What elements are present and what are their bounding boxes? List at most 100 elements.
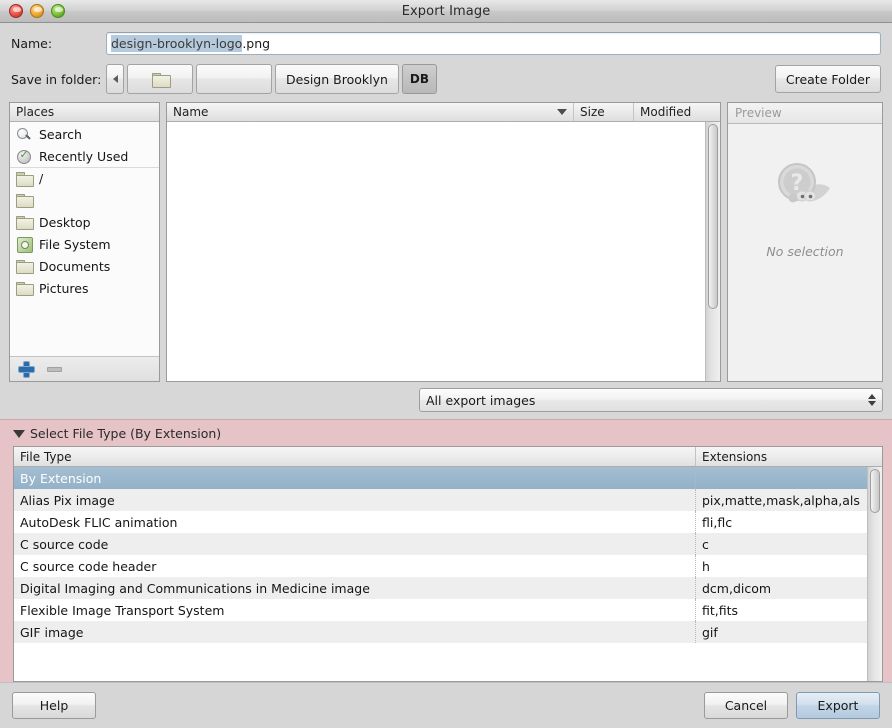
- column-header-size[interactable]: Size: [574, 103, 634, 121]
- file-filter-value: All export images: [426, 392, 536, 408]
- filename-extension-text: .png: [242, 36, 271, 51]
- cell-file-type: By Extension: [14, 467, 696, 489]
- breadcrumb-blank-button[interactable]: [196, 64, 272, 94]
- folder-icon: [151, 72, 171, 88]
- folder-icon: [16, 259, 34, 274]
- cell-file-type: Flexible Image Transport System: [14, 599, 696, 621]
- table-row[interactable]: C source code c: [14, 533, 882, 555]
- window-title: Export Image: [401, 3, 491, 19]
- cell-extensions: fli,flc: [702, 514, 733, 530]
- cell-file-type: AutoDesk FLIC animation: [14, 511, 696, 533]
- table-row[interactable]: C source code header h: [14, 555, 882, 577]
- filename-selected-text: design-brooklyn-logo: [111, 35, 243, 52]
- triangle-down-icon: [13, 429, 25, 438]
- breadcrumb-scroll-left-button[interactable]: [106, 64, 124, 94]
- place-item-pictures[interactable]: Pictures: [10, 277, 159, 299]
- folder-icon: [16, 281, 34, 296]
- cell-extensions: pix,matte,mask,alpha,als: [702, 492, 860, 508]
- place-item-desktop[interactable]: Desktop: [10, 211, 159, 233]
- file-filter-row: All export images: [0, 382, 892, 419]
- cell-file-type: Alias Pix image: [14, 489, 696, 511]
- table-row[interactable]: AutoDesk FLIC animation fli,flc: [14, 511, 882, 533]
- export-button[interactable]: Export: [796, 692, 880, 719]
- spinner-icon: [868, 394, 876, 406]
- place-label: Search: [39, 126, 82, 142]
- places-header: Places: [10, 103, 159, 122]
- place-label: /: [39, 171, 44, 186]
- file-list-scrollbar[interactable]: [705, 122, 720, 381]
- name-label: Name:: [11, 36, 53, 51]
- column-header-name-label: Name: [173, 105, 209, 119]
- file-list-header: Name Size Modified: [167, 103, 720, 122]
- export-image-dialog: Export Image Name: design-brooklyn-logo.…: [0, 0, 892, 728]
- wilber-question-icon: ?: [773, 162, 837, 218]
- preview-header: Preview: [728, 103, 882, 124]
- cell-extensions: fit,fits: [702, 602, 739, 618]
- file-list-scrollbar-thumb[interactable]: [708, 124, 718, 309]
- table-row[interactable]: Digital Imaging and Communications in Me…: [14, 577, 882, 599]
- file-type-scrollbar[interactable]: [867, 467, 882, 681]
- file-filter-combo[interactable]: All export images: [419, 388, 883, 412]
- places-footer: [10, 356, 159, 381]
- file-type-scrollbar-thumb[interactable]: [870, 469, 880, 513]
- place-item-search[interactable]: Search: [10, 123, 159, 145]
- table-row[interactable]: By Extension: [14, 467, 882, 489]
- folder-icon: [16, 215, 34, 230]
- filename-input[interactable]: design-brooklyn-logo .png: [106, 32, 881, 55]
- cell-file-type: C source code: [14, 533, 696, 555]
- place-item-file-system[interactable]: File System: [10, 233, 159, 255]
- column-header-file-type[interactable]: File Type: [14, 447, 696, 466]
- dialog-action-bar: Help Cancel Export: [0, 682, 892, 728]
- title-bar: Export Image: [0, 0, 892, 23]
- cancel-button[interactable]: Cancel: [704, 692, 788, 719]
- file-list-body[interactable]: [167, 122, 720, 381]
- preview-no-selection-label: No selection: [766, 244, 844, 259]
- file-type-table-header: File Type Extensions: [14, 447, 882, 467]
- sort-descending-icon: [557, 109, 567, 115]
- primary-actions: Cancel Export: [704, 692, 880, 719]
- select-file-type-label: Select File Type (By Extension): [30, 426, 222, 441]
- place-item-documents[interactable]: Documents: [10, 255, 159, 277]
- select-file-type-toggle[interactable]: Select File Type (By Extension): [0, 424, 892, 446]
- window-controls: [9, 4, 65, 18]
- column-header-name[interactable]: Name: [167, 103, 574, 121]
- breadcrumb-db-button[interactable]: DB: [401, 64, 438, 94]
- table-row[interactable]: Flexible Image Transport System fit,fits: [14, 599, 882, 621]
- breadcrumb-root-button[interactable]: [127, 64, 193, 94]
- preview-panel: Preview ? No selection: [727, 102, 883, 382]
- place-item-recently-used[interactable]: Recently Used: [10, 145, 159, 167]
- name-row: Name: design-brooklyn-logo .png: [0, 23, 892, 59]
- place-item-root[interactable]: /: [10, 167, 159, 189]
- place-label: Desktop: [39, 214, 91, 230]
- folder-icon: [16, 193, 34, 208]
- browser-area: Places Search Recently Used /: [0, 102, 892, 382]
- breadcrumb-design-brooklyn-button[interactable]: Design Brooklyn: [275, 64, 399, 94]
- file-list-panel: Name Size Modified: [166, 102, 721, 382]
- save-in-folder-label: Save in folder:: [11, 71, 102, 87]
- cell-extensions: h: [702, 558, 710, 574]
- cell-file-type: GIF image: [14, 621, 696, 643]
- column-header-extensions[interactable]: Extensions: [696, 447, 882, 466]
- close-button[interactable]: [9, 4, 23, 18]
- minimize-button[interactable]: [30, 4, 44, 18]
- add-place-button[interactable]: [19, 361, 34, 377]
- place-label: Documents: [39, 258, 111, 274]
- chevron-down-icon: [868, 401, 876, 406]
- table-row[interactable]: Alias Pix image pix,matte,mask,alpha,als: [14, 489, 882, 511]
- search-icon: [16, 127, 33, 142]
- help-button[interactable]: Help: [12, 692, 96, 719]
- remove-place-button: [47, 366, 62, 372]
- file-type-table: File Type Extensions By Extension Alias …: [13, 446, 883, 682]
- preview-body: ? No selection: [728, 124, 882, 381]
- create-folder-button[interactable]: Create Folder: [774, 65, 881, 93]
- place-label: File System: [39, 236, 111, 252]
- place-label: Pictures: [39, 280, 89, 296]
- maximize-button[interactable]: [51, 4, 65, 18]
- place-item-home[interactable]: [10, 189, 159, 211]
- cell-extensions: gif: [702, 624, 718, 640]
- table-row[interactable]: GIF image gif: [14, 621, 882, 643]
- column-header-modified[interactable]: Modified: [634, 103, 720, 121]
- places-list: Search Recently Used / Desktop: [10, 122, 159, 356]
- places-panel: Places Search Recently Used /: [9, 102, 160, 382]
- cell-file-type: C source code header: [14, 555, 696, 577]
